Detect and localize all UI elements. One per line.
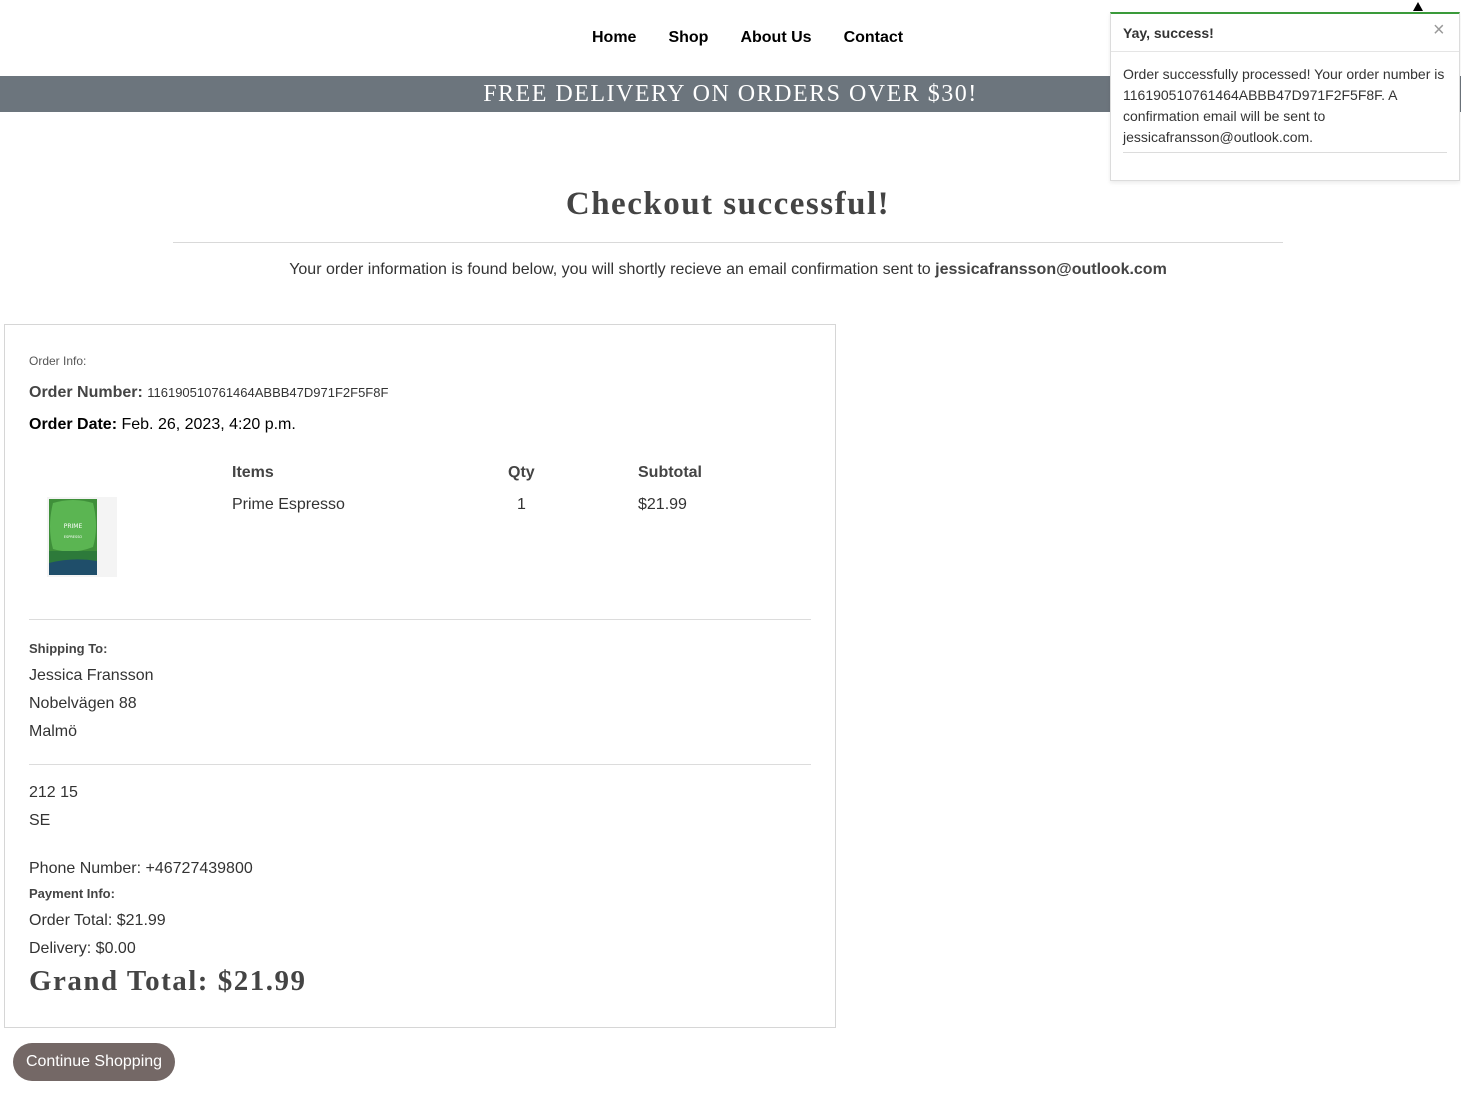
order-info-label: Order Info: bbox=[29, 354, 87, 368]
order-number-value: 116190510761464ABBB47D971F2F5F8F bbox=[147, 385, 389, 400]
row-qty: 1 bbox=[517, 496, 526, 513]
shipping-street: Nobelvägen 88 bbox=[29, 695, 137, 712]
table-header-subtotal: Subtotal bbox=[638, 464, 702, 481]
nav-link-about-us[interactable]: About Us bbox=[724, 28, 827, 48]
shipping-divider bbox=[29, 764, 811, 765]
product-image-brand: PRIME bbox=[64, 523, 83, 530]
shipping-postcode: 212 15 bbox=[29, 784, 78, 801]
order-number-row: Order Number: 116190510761464ABBB47D971F… bbox=[29, 384, 388, 402]
order-summary-card: Order Info: Order Number: 11619051076146… bbox=[4, 324, 836, 1028]
shipping-name: Jessica Fransson bbox=[29, 667, 154, 684]
shipping-phone: Phone Number: +46727439800 bbox=[29, 860, 253, 877]
order-date-value: Feb. 26, 2023, 4:20 p.m. bbox=[121, 416, 296, 433]
nav-menu: Home Shop About Us Contact bbox=[576, 28, 919, 48]
row-item-name: Prime Espresso bbox=[232, 496, 345, 513]
order-date-label: Order Date: bbox=[29, 416, 118, 433]
success-toast: Yay, success! × Order successfully proce… bbox=[1110, 12, 1460, 181]
toast-message: Order successfully processed! Your order… bbox=[1123, 66, 1445, 145]
intro-text: Your order information is found below, y… bbox=[0, 261, 1456, 279]
title-divider bbox=[173, 242, 1283, 243]
shipping-country: SE bbox=[29, 812, 51, 829]
intro-email: jessicafransson@outlook.com bbox=[935, 261, 1167, 278]
shipping-label: Shipping To: bbox=[29, 641, 108, 656]
shipping-city: Malmö bbox=[29, 723, 78, 740]
order-date-row: Order Date: Feb. 26, 2023, 4:20 p.m. bbox=[29, 416, 296, 434]
toast-divider bbox=[1123, 152, 1447, 153]
continue-shopping-button[interactable]: Continue Shopping bbox=[13, 1043, 175, 1081]
order-divider bbox=[29, 619, 811, 620]
row-subtotal: $21.99 bbox=[638, 496, 687, 513]
toast-title: Yay, success! bbox=[1123, 25, 1214, 41]
table-header-qty: Qty bbox=[508, 464, 535, 481]
toast-pointer-icon bbox=[1413, 2, 1423, 11]
toast-header: Yay, success! × bbox=[1111, 14, 1459, 52]
order-number-label: Order Number: bbox=[29, 384, 143, 401]
page-title: Checkout successful! bbox=[565, 186, 891, 222]
payment-label: Payment Info: bbox=[29, 886, 115, 901]
promo-banner-text: FREE DELIVERY ON ORDERS OVER $30! bbox=[483, 81, 978, 107]
product-image: PRIME ESPRESSO bbox=[47, 497, 117, 577]
nav-link-shop[interactable]: Shop bbox=[652, 28, 724, 48]
product-image-variant: ESPRESSO bbox=[64, 535, 83, 539]
nav-link-contact[interactable]: Contact bbox=[828, 28, 920, 48]
payment-delivery: Delivery: $0.00 bbox=[29, 940, 136, 957]
nav-link-home[interactable]: Home bbox=[576, 28, 652, 48]
close-icon[interactable]: × bbox=[1433, 20, 1445, 40]
grand-total: Grand Total: $21.99 bbox=[29, 965, 307, 997]
coffee-bag-icon: PRIME ESPRESSO bbox=[47, 497, 117, 577]
table-header-items: Items bbox=[232, 464, 274, 481]
payment-order-total: Order Total: $21.99 bbox=[29, 912, 166, 929]
intro-message: Your order information is found below, y… bbox=[289, 261, 936, 278]
